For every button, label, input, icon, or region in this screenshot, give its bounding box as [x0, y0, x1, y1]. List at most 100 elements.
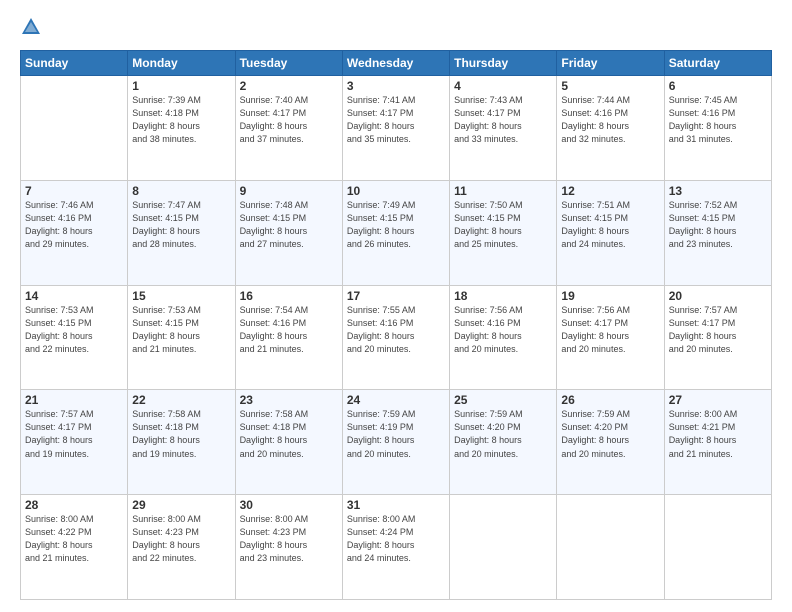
- day-number: 6: [669, 79, 767, 93]
- day-info: Sunrise: 7:52 AM Sunset: 4:15 PM Dayligh…: [669, 199, 767, 251]
- calendar-day-cell: 13Sunrise: 7:52 AM Sunset: 4:15 PM Dayli…: [664, 180, 771, 285]
- calendar-day-cell: 10Sunrise: 7:49 AM Sunset: 4:15 PM Dayli…: [342, 180, 449, 285]
- calendar-day-cell: 11Sunrise: 7:50 AM Sunset: 4:15 PM Dayli…: [450, 180, 557, 285]
- calendar-day-cell: 16Sunrise: 7:54 AM Sunset: 4:16 PM Dayli…: [235, 285, 342, 390]
- calendar-body: 1Sunrise: 7:39 AM Sunset: 4:18 PM Daylig…: [21, 76, 772, 600]
- day-number: 1: [132, 79, 230, 93]
- day-number: 4: [454, 79, 552, 93]
- day-number: 26: [561, 393, 659, 407]
- calendar-day-cell: [664, 495, 771, 600]
- day-info: Sunrise: 7:49 AM Sunset: 4:15 PM Dayligh…: [347, 199, 445, 251]
- day-number: 5: [561, 79, 659, 93]
- day-number: 3: [347, 79, 445, 93]
- day-info: Sunrise: 7:56 AM Sunset: 4:16 PM Dayligh…: [454, 304, 552, 356]
- day-number: 14: [25, 289, 123, 303]
- day-number: 10: [347, 184, 445, 198]
- calendar-day-cell: 23Sunrise: 7:58 AM Sunset: 4:18 PM Dayli…: [235, 390, 342, 495]
- day-number: 11: [454, 184, 552, 198]
- header-row: SundayMondayTuesdayWednesdayThursdayFrid…: [21, 51, 772, 76]
- day-number: 17: [347, 289, 445, 303]
- day-info: Sunrise: 7:45 AM Sunset: 4:16 PM Dayligh…: [669, 94, 767, 146]
- day-info: Sunrise: 7:58 AM Sunset: 4:18 PM Dayligh…: [240, 408, 338, 460]
- calendar-day-cell: 31Sunrise: 8:00 AM Sunset: 4:24 PM Dayli…: [342, 495, 449, 600]
- calendar-day-cell: 4Sunrise: 7:43 AM Sunset: 4:17 PM Daylig…: [450, 76, 557, 181]
- calendar-day-cell: 5Sunrise: 7:44 AM Sunset: 4:16 PM Daylig…: [557, 76, 664, 181]
- calendar-table: SundayMondayTuesdayWednesdayThursdayFrid…: [20, 50, 772, 600]
- day-number: 23: [240, 393, 338, 407]
- day-number: 8: [132, 184, 230, 198]
- day-number: 19: [561, 289, 659, 303]
- calendar-day-cell: 7Sunrise: 7:46 AM Sunset: 4:16 PM Daylig…: [21, 180, 128, 285]
- weekday-header: Friday: [557, 51, 664, 76]
- calendar-day-cell: 30Sunrise: 8:00 AM Sunset: 4:23 PM Dayli…: [235, 495, 342, 600]
- day-info: Sunrise: 7:46 AM Sunset: 4:16 PM Dayligh…: [25, 199, 123, 251]
- day-info: Sunrise: 7:56 AM Sunset: 4:17 PM Dayligh…: [561, 304, 659, 356]
- day-number: 16: [240, 289, 338, 303]
- day-info: Sunrise: 8:00 AM Sunset: 4:23 PM Dayligh…: [132, 513, 230, 565]
- calendar-day-cell: 8Sunrise: 7:47 AM Sunset: 4:15 PM Daylig…: [128, 180, 235, 285]
- day-info: Sunrise: 7:57 AM Sunset: 4:17 PM Dayligh…: [25, 408, 123, 460]
- day-number: 18: [454, 289, 552, 303]
- calendar-day-cell: 29Sunrise: 8:00 AM Sunset: 4:23 PM Dayli…: [128, 495, 235, 600]
- calendar-day-cell: 20Sunrise: 7:57 AM Sunset: 4:17 PM Dayli…: [664, 285, 771, 390]
- day-info: Sunrise: 7:53 AM Sunset: 4:15 PM Dayligh…: [132, 304, 230, 356]
- day-info: Sunrise: 8:00 AM Sunset: 4:24 PM Dayligh…: [347, 513, 445, 565]
- day-number: 28: [25, 498, 123, 512]
- day-info: Sunrise: 7:50 AM Sunset: 4:15 PM Dayligh…: [454, 199, 552, 251]
- calendar-day-cell: 14Sunrise: 7:53 AM Sunset: 4:15 PM Dayli…: [21, 285, 128, 390]
- day-number: 25: [454, 393, 552, 407]
- weekday-header: Saturday: [664, 51, 771, 76]
- day-info: Sunrise: 7:39 AM Sunset: 4:18 PM Dayligh…: [132, 94, 230, 146]
- day-info: Sunrise: 7:54 AM Sunset: 4:16 PM Dayligh…: [240, 304, 338, 356]
- day-info: Sunrise: 7:44 AM Sunset: 4:16 PM Dayligh…: [561, 94, 659, 146]
- calendar-day-cell: 19Sunrise: 7:56 AM Sunset: 4:17 PM Dayli…: [557, 285, 664, 390]
- header: [20, 18, 772, 40]
- weekday-header: Tuesday: [235, 51, 342, 76]
- day-number: 20: [669, 289, 767, 303]
- day-info: Sunrise: 7:40 AM Sunset: 4:17 PM Dayligh…: [240, 94, 338, 146]
- day-number: 21: [25, 393, 123, 407]
- day-info: Sunrise: 7:41 AM Sunset: 4:17 PM Dayligh…: [347, 94, 445, 146]
- calendar-day-cell: 12Sunrise: 7:51 AM Sunset: 4:15 PM Dayli…: [557, 180, 664, 285]
- calendar-week-row: 21Sunrise: 7:57 AM Sunset: 4:17 PM Dayli…: [21, 390, 772, 495]
- calendar-day-cell: 24Sunrise: 7:59 AM Sunset: 4:19 PM Dayli…: [342, 390, 449, 495]
- calendar-week-row: 28Sunrise: 8:00 AM Sunset: 4:22 PM Dayli…: [21, 495, 772, 600]
- calendar-day-cell: 3Sunrise: 7:41 AM Sunset: 4:17 PM Daylig…: [342, 76, 449, 181]
- logo-icon: [20, 16, 42, 38]
- day-info: Sunrise: 7:53 AM Sunset: 4:15 PM Dayligh…: [25, 304, 123, 356]
- day-info: Sunrise: 7:48 AM Sunset: 4:15 PM Dayligh…: [240, 199, 338, 251]
- day-number: 2: [240, 79, 338, 93]
- day-number: 9: [240, 184, 338, 198]
- calendar-day-cell: 21Sunrise: 7:57 AM Sunset: 4:17 PM Dayli…: [21, 390, 128, 495]
- day-info: Sunrise: 7:51 AM Sunset: 4:15 PM Dayligh…: [561, 199, 659, 251]
- day-number: 22: [132, 393, 230, 407]
- calendar-day-cell: 17Sunrise: 7:55 AM Sunset: 4:16 PM Dayli…: [342, 285, 449, 390]
- day-info: Sunrise: 7:57 AM Sunset: 4:17 PM Dayligh…: [669, 304, 767, 356]
- calendar-day-cell: 27Sunrise: 8:00 AM Sunset: 4:21 PM Dayli…: [664, 390, 771, 495]
- calendar-day-cell: 2Sunrise: 7:40 AM Sunset: 4:17 PM Daylig…: [235, 76, 342, 181]
- calendar-day-cell: 28Sunrise: 8:00 AM Sunset: 4:22 PM Dayli…: [21, 495, 128, 600]
- day-number: 29: [132, 498, 230, 512]
- calendar-week-row: 7Sunrise: 7:46 AM Sunset: 4:16 PM Daylig…: [21, 180, 772, 285]
- day-number: 15: [132, 289, 230, 303]
- weekday-header: Wednesday: [342, 51, 449, 76]
- day-info: Sunrise: 7:59 AM Sunset: 4:19 PM Dayligh…: [347, 408, 445, 460]
- calendar-day-cell: 25Sunrise: 7:59 AM Sunset: 4:20 PM Dayli…: [450, 390, 557, 495]
- calendar-day-cell: 26Sunrise: 7:59 AM Sunset: 4:20 PM Dayli…: [557, 390, 664, 495]
- calendar-day-cell: 9Sunrise: 7:48 AM Sunset: 4:15 PM Daylig…: [235, 180, 342, 285]
- calendar-week-row: 14Sunrise: 7:53 AM Sunset: 4:15 PM Dayli…: [21, 285, 772, 390]
- day-info: Sunrise: 7:59 AM Sunset: 4:20 PM Dayligh…: [454, 408, 552, 460]
- calendar-day-cell: [21, 76, 128, 181]
- day-number: 30: [240, 498, 338, 512]
- day-info: Sunrise: 7:47 AM Sunset: 4:15 PM Dayligh…: [132, 199, 230, 251]
- logo: [20, 18, 46, 40]
- calendar-day-cell: 1Sunrise: 7:39 AM Sunset: 4:18 PM Daylig…: [128, 76, 235, 181]
- day-number: 27: [669, 393, 767, 407]
- day-info: Sunrise: 8:00 AM Sunset: 4:21 PM Dayligh…: [669, 408, 767, 460]
- calendar-day-cell: [450, 495, 557, 600]
- calendar-day-cell: 22Sunrise: 7:58 AM Sunset: 4:18 PM Dayli…: [128, 390, 235, 495]
- day-number: 12: [561, 184, 659, 198]
- calendar-day-cell: 18Sunrise: 7:56 AM Sunset: 4:16 PM Dayli…: [450, 285, 557, 390]
- day-number: 13: [669, 184, 767, 198]
- calendar-day-cell: [557, 495, 664, 600]
